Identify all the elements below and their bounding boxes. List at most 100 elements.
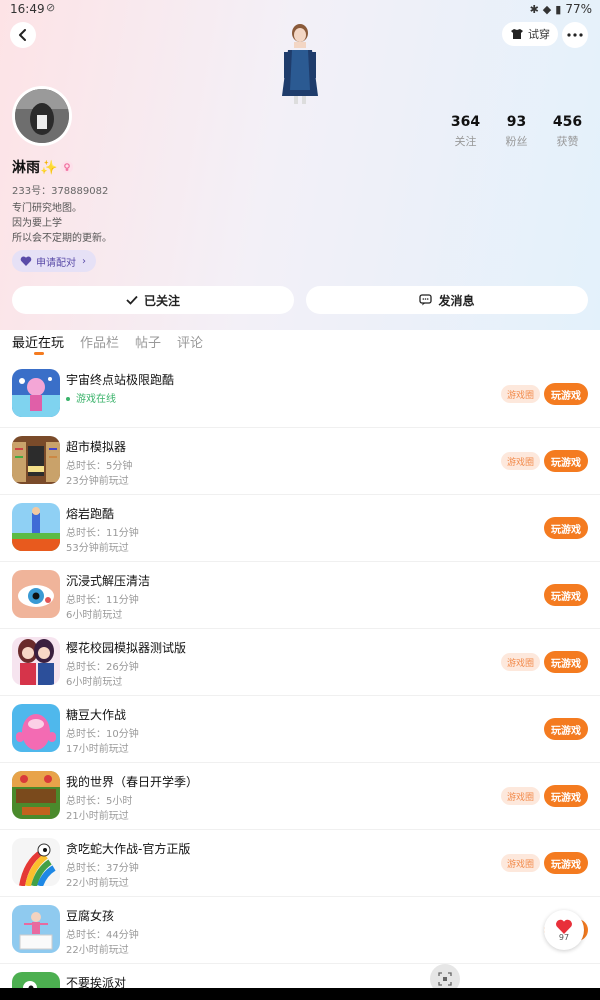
bluetooth-icon: ✱ bbox=[529, 2, 539, 16]
status-icons: ✱ ◆ ▮ 77% bbox=[530, 2, 592, 16]
game-circle-button[interactable]: 游戏圈 bbox=[500, 385, 540, 403]
game-row[interactable]: 宇宙终点站极限跑酷 游戏在线 游戏圈 玩游戏 bbox=[0, 361, 600, 428]
gender-female-icon bbox=[61, 161, 74, 173]
game-circle-button[interactable]: 游戏圈 bbox=[500, 653, 540, 671]
game-total-time: 总时长：10分钟 bbox=[66, 729, 139, 740]
followed-button[interactable]: 已关注 bbox=[12, 286, 294, 314]
game-last-played: 17小时前玩过 bbox=[66, 744, 129, 755]
stat-likes[interactable]: 456 获赞 bbox=[542, 114, 593, 149]
game-row[interactable]: 熔岩跑酷 总时长：11分钟 53分钟前玩过 玩游戏 bbox=[0, 495, 600, 562]
play-game-button[interactable]: 玩游戏 bbox=[544, 450, 588, 472]
username-text: 淋雨✨ bbox=[12, 160, 58, 176]
bio-line: 因为要上学 bbox=[12, 218, 62, 229]
game-row[interactable]: 我的世界（春日开学季） 总时长：5小时 21小时前玩过 游戏圈 玩游戏 bbox=[0, 763, 600, 830]
game-last-played: 6小时前玩过 bbox=[66, 677, 123, 688]
game-row[interactable]: 豆腐女孩 总时长：44分钟 22小时前玩过 玩游戏 bbox=[0, 897, 600, 964]
tab-recently-played[interactable]: 最近在玩 bbox=[12, 332, 64, 351]
message-icon bbox=[419, 294, 433, 306]
game-icon bbox=[12, 436, 60, 484]
avatar-image bbox=[15, 89, 69, 143]
game-row[interactable]: 樱花校园模拟器测试版 总时长：26分钟 6小时前玩过 游戏圈 玩游戏 bbox=[0, 629, 600, 696]
try-on-label: 试穿 bbox=[528, 28, 550, 41]
stat-following-value: 364 bbox=[450, 114, 481, 130]
bio-line: 所以会不定期的更新。 bbox=[12, 233, 112, 244]
battery-level: 77% bbox=[565, 2, 592, 16]
game-row[interactable]: 沉浸式解压清洁 总时长：11分钟 6小时前玩过 玩游戏 bbox=[0, 562, 600, 629]
status-bar: 16:49 ⊘ ✱ ◆ ▮ 77% bbox=[0, 0, 600, 18]
chevron-right-icon: › bbox=[82, 255, 86, 267]
followed-label: 已关注 bbox=[143, 293, 180, 308]
game-icon bbox=[12, 637, 60, 685]
like-button[interactable]: 97 bbox=[544, 910, 584, 950]
game-icon bbox=[12, 838, 60, 886]
game-name: 豆腐女孩 bbox=[66, 909, 115, 923]
character-figure[interactable] bbox=[270, 20, 330, 108]
online-dot-icon bbox=[66, 397, 70, 401]
tab-posts[interactable]: 帖子 bbox=[135, 332, 161, 351]
game-icon bbox=[12, 570, 60, 618]
like-count: 97 bbox=[558, 932, 570, 942]
recent-games-list: 宇宙终点站极限跑酷 游戏在线 游戏圈 玩游戏 超市模拟器 总时长：5分钟 23分… bbox=[0, 361, 600, 1000]
stat-likes-value: 456 bbox=[552, 114, 583, 130]
game-circle-button[interactable]: 游戏圈 bbox=[500, 854, 540, 872]
game-total-time: 总时长：11分钟 bbox=[66, 528, 139, 539]
game-name: 沉浸式解压清洁 bbox=[66, 574, 151, 588]
game-online-status: 游戏在线 bbox=[66, 390, 116, 405]
play-game-button[interactable]: 玩游戏 bbox=[544, 383, 588, 405]
scan-icon bbox=[438, 972, 452, 986]
stat-likes-label: 获赞 bbox=[556, 135, 579, 148]
tab-works[interactable]: 作品栏 bbox=[80, 332, 119, 351]
send-message-button[interactable]: 发消息 bbox=[306, 286, 588, 314]
stat-fans[interactable]: 93 粉丝 bbox=[491, 114, 542, 149]
game-circle-button[interactable]: 游戏圈 bbox=[500, 452, 540, 470]
game-total-time: 总时长：11分钟 bbox=[66, 595, 139, 606]
outfit-icon bbox=[511, 29, 523, 39]
game-name: 熔岩跑酷 bbox=[66, 507, 115, 521]
stat-following[interactable]: 364 关注 bbox=[440, 114, 491, 149]
bio: 专门研究地图。 因为要上学 所以会不定期的更新。 bbox=[12, 201, 112, 246]
game-name: 糖豆大作战 bbox=[66, 708, 127, 722]
game-icon bbox=[12, 503, 60, 551]
play-game-button[interactable]: 玩游戏 bbox=[544, 651, 588, 673]
system-navigation-bar bbox=[0, 988, 600, 1000]
tab-comments[interactable]: 评论 bbox=[177, 332, 203, 351]
game-row[interactable]: 糖豆大作战 总时长：10分钟 17小时前玩过 玩游戏 bbox=[0, 696, 600, 763]
game-row[interactable]: 超市模拟器 总时长：5分钟 23分钟前玩过 游戏圈 玩游戏 bbox=[0, 428, 600, 495]
game-last-played: 53分钟前玩过 bbox=[66, 543, 129, 554]
apply-pair-button[interactable]: 申请配对 › bbox=[12, 250, 96, 272]
battery-icon: ▮ bbox=[555, 2, 562, 16]
active-tab-indicator bbox=[34, 352, 44, 355]
play-game-button[interactable]: 玩游戏 bbox=[544, 584, 588, 606]
play-game-button[interactable]: 玩游戏 bbox=[544, 852, 588, 874]
game-name: 超市模拟器 bbox=[66, 440, 127, 454]
play-game-button[interactable]: 玩游戏 bbox=[544, 517, 588, 539]
stat-following-label: 关注 bbox=[454, 135, 477, 148]
notification-icon: ⊘ bbox=[46, 1, 56, 14]
stat-fans-value: 93 bbox=[506, 114, 527, 130]
game-circle-button[interactable]: 游戏圈 bbox=[500, 787, 540, 805]
check-icon bbox=[126, 295, 138, 305]
bio-line: 专门研究地图。 bbox=[12, 203, 82, 214]
profile-stats: 364 关注 93 粉丝 456 获赞 bbox=[440, 114, 593, 149]
heart-pair-icon bbox=[20, 256, 32, 266]
user-id: 233号：378889082 bbox=[12, 186, 109, 197]
game-total-time: 总时长：26分钟 bbox=[66, 662, 139, 673]
stat-fans-label: 粉丝 bbox=[505, 135, 528, 148]
username: 淋雨✨ bbox=[12, 157, 74, 177]
game-row[interactable]: 贪吃蛇大作战-官方正版 总时长：37分钟 22小时前玩过 游戏圈 玩游戏 bbox=[0, 830, 600, 897]
profile-tabs: 最近在玩 作品栏 帖子 评论 bbox=[12, 332, 203, 355]
game-total-time: 总时长：5分钟 bbox=[66, 461, 133, 472]
avatar[interactable] bbox=[12, 86, 72, 146]
apply-pair-label: 申请配对 bbox=[36, 257, 76, 269]
try-on-button[interactable]: 试穿 bbox=[502, 22, 558, 46]
game-icon bbox=[12, 704, 60, 752]
game-online-text: 游戏在线 bbox=[76, 394, 116, 405]
game-total-time: 总时长：44分钟 bbox=[66, 930, 139, 941]
game-total-time: 总时长：5小时 bbox=[66, 796, 133, 807]
play-game-button[interactable]: 玩游戏 bbox=[544, 718, 588, 740]
game-name: 樱花校园模拟器测试版 bbox=[66, 641, 187, 655]
back-button[interactable] bbox=[10, 22, 36, 48]
play-game-button[interactable]: 玩游戏 bbox=[544, 785, 588, 807]
more-button[interactable] bbox=[562, 22, 588, 48]
game-last-played: 21小时前玩过 bbox=[66, 811, 129, 822]
